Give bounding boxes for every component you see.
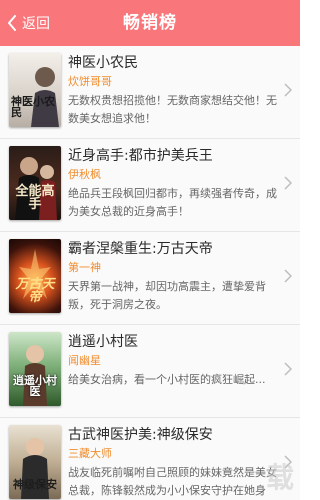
book-item[interactable]: 神医小农民 神医小农民 炊饼哥哥 无数权贵想招揽他！无数商家想结交他！无数美女想… <box>0 46 300 139</box>
chevron-right-icon <box>284 83 292 97</box>
book-title: 古武神医护美:神级保安 <box>68 427 213 443</box>
book-cover: 万古天帝 <box>9 239 61 313</box>
book-description: 天界第一战神，却因功高震主，遭挚爱背叛，死于洞房之夜。 <box>68 280 266 311</box>
book-cover: 全能高手 <box>9 146 61 220</box>
book-item[interactable]: 逍遥小村医 逍遥小村医 闻幽星 给美女治病，看一个小村医的疯狂崛起... <box>0 325 300 418</box>
book-info: 逍遥小村医 闻幽星 给美女治病，看一个小村医的疯狂崛起... <box>68 333 284 407</box>
book-item[interactable]: 万古天帝 霸者涅槃重生:万古天帝 第一神 天界第一战神，却因功高震主，遭挚爱背叛… <box>0 232 300 325</box>
cover-title: 逍遥小村医 <box>13 373 57 399</box>
book-cover: 神医小农民 <box>9 53 61 127</box>
book-author: 伊秋枫 <box>68 168 101 181</box>
book-description: 绝品兵王段枫回归都市，再续强者传奇，成为美女总裁的近身高手！ <box>68 187 277 218</box>
book-description: 无数权贵想招揽他！无数商家想结交他！无数美女想追求他！ <box>68 94 277 125</box>
cover-title: 全能高手 <box>15 183 55 213</box>
book-description: 战友临死前嘱咐自己照顾的妹妹竟然是美女总裁，陈锋毅然成为小小保安守护在她身边。 <box>68 466 277 497</box>
book-info: 霸者涅槃重生:万古天帝 第一神 天界第一战神，却因功高震主，遭挚爱背叛，死于洞房… <box>68 240 284 314</box>
book-title: 逍遥小村医 <box>68 334 138 350</box>
page-title: 畅销榜 <box>123 13 177 33</box>
cover-title: 神级保安 <box>13 478 57 492</box>
book-item[interactable]: 全能高手 近身高手:都市护美兵王 伊秋枫 绝品兵王段枫回归都市，再续强者传奇，成… <box>0 139 300 232</box>
chevron-right-icon <box>284 176 292 190</box>
book-info: 近身高手:都市护美兵王 伊秋枫 绝品兵王段枫回归都市，再续强者传奇，成为美女总裁… <box>68 147 284 221</box>
book-title: 霸者涅槃重生:万古天帝 <box>68 241 213 257</box>
chevron-right-icon <box>284 455 292 469</box>
book-cover: 神级保安 <box>9 425 61 499</box>
book-info: 古武神医护美:神级保安 三藏大师 战友临死前嘱咐自己照顾的妹妹竟然是美女总裁，陈… <box>68 426 284 500</box>
book-title: 近身高手:都市护美兵王 <box>68 148 213 164</box>
header-bar: 返回 畅销榜 <box>0 0 300 46</box>
book-list: 神医小农民 神医小农民 炊饼哥哥 无数权贵想招揽他！无数商家想结交他！无数美女想… <box>0 46 300 500</box>
book-author: 第一神 <box>68 261 101 274</box>
cover-title: 神医小农民 <box>11 94 55 120</box>
app-window: 返回 畅销榜 神医小农民 神医小农民 炊饼哥哥 无数权贵想招揽他！无数商家想结交… <box>0 0 300 500</box>
book-item[interactable]: 神级保安 古武神医护美:神级保安 三藏大师 战友临死前嘱咐自己照顾的妹妹竟然是美… <box>0 418 300 500</box>
book-author: 三藏大师 <box>68 447 112 460</box>
book-author: 闻幽星 <box>68 354 101 367</box>
cover-title: 万古天帝 <box>15 276 55 306</box>
chevron-right-icon <box>284 269 292 283</box>
book-description: 给美女治病，看一个小村医的疯狂崛起... <box>68 373 266 386</box>
book-cover: 逍遥小村医 <box>9 332 61 406</box>
book-title: 神医小农民 <box>68 55 138 71</box>
chevron-right-icon <box>284 362 292 376</box>
book-info: 神医小农民 炊饼哥哥 无数权贵想招揽他！无数商家想结交他！无数美女想追求他！ <box>68 54 284 128</box>
book-author: 炊饼哥哥 <box>68 75 112 88</box>
